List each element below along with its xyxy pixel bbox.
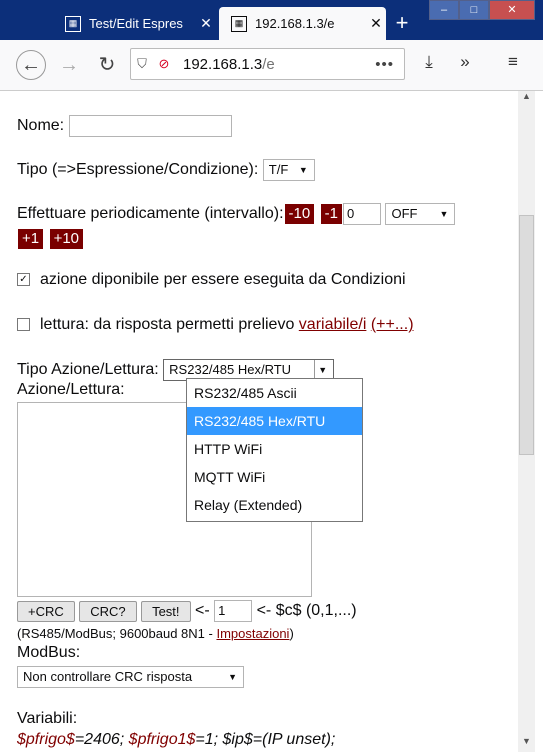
modbus-label: ModBus: xyxy=(17,644,81,661)
tipo-label: Tipo (=>Espressione/Condizione): xyxy=(17,161,259,179)
check1-checkbox[interactable]: ✓ xyxy=(17,273,30,287)
chevron-down-icon: ▼ xyxy=(228,672,237,682)
interval-input[interactable]: 0 xyxy=(343,203,381,225)
tab-active[interactable]: ▦ 192.168.1.3/e ✕ xyxy=(219,7,386,40)
tipo-row: Tipo (=>Espressione/Condizione): T/F ▼ xyxy=(17,159,315,181)
dropdown-option[interactable]: RS232/485 Ascii xyxy=(187,379,362,407)
dropdown-option-selected[interactable]: RS232/485 Hex/RTU xyxy=(187,407,362,435)
minimize-button[interactable]: – xyxy=(429,0,459,20)
impostazioni-link[interactable]: Impostazioni xyxy=(216,626,289,641)
tipo-azione-label: Tipo Azione/Lettura: xyxy=(17,361,159,379)
page-content: Nome: Tipo (=>Espressione/Condizione): T… xyxy=(0,91,518,752)
periodic-label: Effettuare periodicamente (intervallo): xyxy=(17,205,284,223)
modbus-select[interactable]: Non controllare CRC risposta ▼ xyxy=(17,666,244,688)
dropdown-option[interactable]: HTTP WiFi xyxy=(187,435,362,463)
modbus-value: Non controllare CRC risposta xyxy=(23,669,193,684)
new-tab-button[interactable]: + xyxy=(388,10,416,36)
note-end: ) xyxy=(289,626,294,641)
minus1-button[interactable]: -1 xyxy=(319,203,343,226)
shield-icon[interactable]: ⛉ xyxy=(131,56,153,72)
grid-icon: ▦ xyxy=(231,15,247,32)
var-value: =2406; xyxy=(74,731,125,748)
title-bar: ▦ Test/Edit Espres ✕ ▦ 192.168.1.3/e ✕ +… xyxy=(0,0,543,40)
hamburger-menu-icon[interactable]: ≡ xyxy=(500,52,526,78)
interval-unit-select[interactable]: OFF ▼ xyxy=(385,203,456,225)
azione-label: Azione/Lettura: xyxy=(17,381,125,398)
nome-row: Nome: xyxy=(17,115,232,137)
crc-check-button[interactable]: CRC? xyxy=(79,600,137,622)
plus10-button[interactable]: +10 xyxy=(48,228,85,250)
url-host: 192.168.1.3 xyxy=(183,55,263,73)
scrollbar-thumb[interactable] xyxy=(519,215,534,455)
overflow-icon[interactable]: » xyxy=(452,52,478,78)
reload-icon[interactable]: ↻ xyxy=(92,50,122,80)
more-link[interactable]: (++...) xyxy=(371,316,414,333)
check1-label: azione diponibile per essere eseguita da… xyxy=(40,271,406,288)
var-value: =1; xyxy=(195,731,219,748)
test-button[interactable]: Test! xyxy=(141,600,191,622)
chevron-down-icon: ▼ xyxy=(439,209,449,219)
check2-label: lettura: da risposta permetti prelievo xyxy=(40,316,295,333)
nome-input[interactable] xyxy=(68,115,232,137)
vertical-scrollbar[interactable]: ▲ ▼ xyxy=(518,91,535,752)
crc-button[interactable]: +CRC xyxy=(17,600,75,622)
crc-row: +CRC CRC? Test! <- 1 <- $c$ (0,1,...) xyxy=(17,600,357,622)
chevron-down-icon: ▼ xyxy=(314,360,327,380)
tipo-azione-value: RS232/485 Hex/RTU xyxy=(169,362,292,377)
check2-checkbox[interactable] xyxy=(17,318,30,332)
chevron-down-icon: ▼ xyxy=(298,165,308,175)
tab-title: Test/Edit Espres xyxy=(89,16,183,31)
maximize-button[interactable]: □ xyxy=(459,0,489,20)
system-menu-icon[interactable] xyxy=(10,10,44,30)
nav-toolbar: ← → ↻ ⛉ ⊘ 192.168.1.3/e ••• ⤓ » ≡ xyxy=(0,40,543,91)
variabili-link[interactable]: variabile/i xyxy=(299,316,367,333)
modbus-row: Non controllare CRC risposta ▼ xyxy=(17,666,244,688)
note-text: (RS485/ModBus; 9600baud 8N1 - xyxy=(17,626,217,641)
c-label: <- $c$ (0,1,...) xyxy=(256,602,357,620)
close-tab-icon[interactable]: ✕ xyxy=(366,15,386,32)
arrow-label: <- xyxy=(195,602,210,620)
var-name[interactable]: $pfrigo1$ xyxy=(129,731,196,748)
nome-label: Nome: xyxy=(17,117,65,135)
tab-title: 192.168.1.3/e xyxy=(255,16,335,31)
plus1-button[interactable]: +1 xyxy=(17,228,45,250)
check1-row: ✓ azione diponibile per essere eseguita d… xyxy=(17,271,406,289)
tipo-azione-dropdown: RS232/485 Ascii RS232/485 Hex/RTU HTTP W… xyxy=(186,378,363,522)
interval-unit-value: OFF xyxy=(391,206,418,221)
grid-icon: ▦ xyxy=(65,15,81,32)
variabili-label: Variabili: xyxy=(17,710,78,727)
tab-test-edit[interactable]: ▦ Test/Edit Espres ✕ xyxy=(53,7,216,40)
check2-row: lettura: da risposta permetti prelievo v… xyxy=(17,316,414,334)
close-tab-icon[interactable]: ✕ xyxy=(196,15,216,32)
forward-icon[interactable]: → xyxy=(54,50,84,80)
variabili-row: $pfrigo$=2406; $pfrigo1$=1; $ip$=(IP uns… xyxy=(17,731,335,749)
insecure-lock-icon[interactable]: ⊘ xyxy=(153,56,175,72)
periodic-row: Effettuare periodicamente (intervallo): -… xyxy=(17,203,456,226)
note-row: (RS485/ModBus; 9600baud 8N1 - Impostazio… xyxy=(17,626,294,641)
scroll-up-icon[interactable]: ▲ xyxy=(518,91,535,107)
c-input[interactable]: 1 xyxy=(214,600,253,622)
var-ip: $ip$=(IP unset); xyxy=(222,731,336,748)
tipo-select[interactable]: T/F ▼ xyxy=(262,159,315,181)
back-icon[interactable]: ← xyxy=(16,50,46,80)
scroll-down-icon[interactable]: ▼ xyxy=(518,736,535,752)
download-icon[interactable]: ⤓ xyxy=(416,52,442,78)
tipo-value: T/F xyxy=(268,162,289,177)
dropdown-option[interactable]: Relay (Extended) xyxy=(187,491,362,519)
url-path: /e xyxy=(262,55,275,73)
plus-row: +1 +10 xyxy=(17,228,85,250)
page-actions-icon[interactable]: ••• xyxy=(375,56,394,73)
close-window-button[interactable]: ✕ xyxy=(489,0,535,20)
var-name[interactable]: $pfrigo$ xyxy=(17,731,75,748)
dropdown-option[interactable]: MQTT WiFi xyxy=(187,463,362,491)
minus10-button[interactable]: -10 xyxy=(283,203,316,226)
url-bar[interactable]: ⛉ ⊘ 192.168.1.3/e ••• xyxy=(130,48,405,80)
window-controls: – □ ✕ xyxy=(429,0,535,22)
